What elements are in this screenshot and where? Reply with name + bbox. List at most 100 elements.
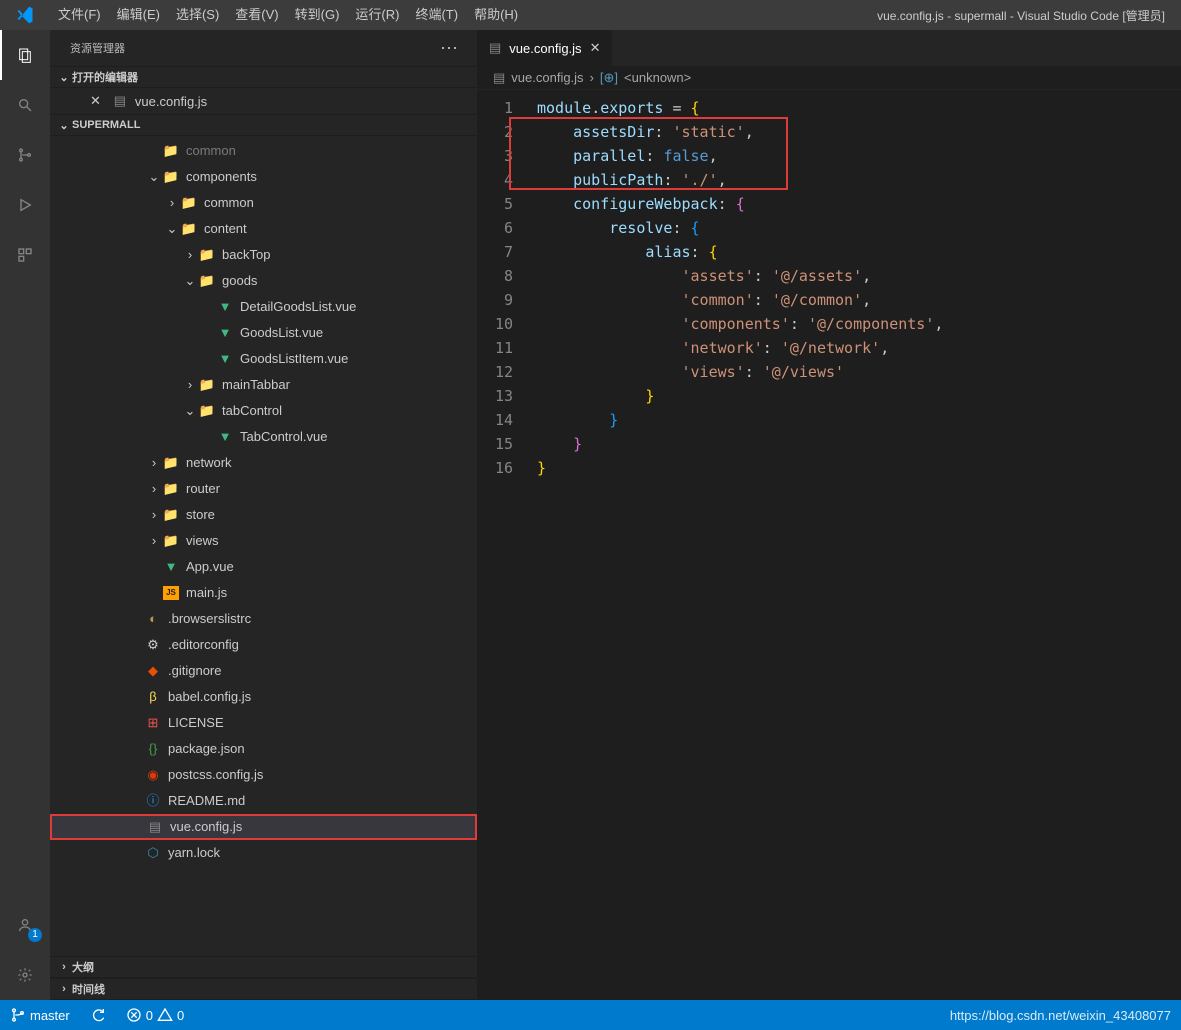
file-icon: {} [144,740,162,758]
menu-item[interactable]: 终端(T) [407,0,466,30]
tree-item[interactable]: ⌄📁content [50,216,477,242]
menu-item[interactable]: 转到(G) [287,0,348,30]
tree-item[interactable]: ›📁common [50,190,477,216]
tree-item[interactable]: ▼App.vue [50,554,477,580]
vscode-logo-icon [0,5,50,25]
menu-item[interactable]: 运行(R) [347,0,407,30]
tree-item[interactable]: ⌄📁tabControl [50,398,477,424]
tree-item[interactable]: 📁common [50,138,477,164]
code-line: } [537,456,1181,480]
open-editor-item[interactable]: ✕ ▤ vue.config.js [50,88,477,114]
menu-item[interactable]: 文件(F) [50,0,109,30]
outline-header[interactable]: › 大纲 [50,956,477,978]
error-icon [126,1007,142,1023]
file-icon: ▤ [111,92,129,110]
project-name: SUPERMALL [72,119,140,131]
breadcrumb[interactable]: ▤ vue.config.js › [⊕] <unknown> [477,66,1181,90]
timeline-label: 时间线 [72,981,105,997]
chevron-icon: › [146,502,162,528]
status-problems[interactable]: 0 0 [116,1007,194,1023]
branch-name: master [30,1008,70,1023]
tree-item[interactable]: ›📁backTop [50,242,477,268]
menu-item[interactable]: 查看(V) [227,0,286,30]
tree-item[interactable]: ›📁network [50,450,477,476]
chevron-right-icon: › [56,961,72,973]
tree-item[interactable]: ⊞LICENSE [50,710,477,736]
timeline-header[interactable]: › 时间线 [50,978,477,1000]
file-icon: 📁 [198,272,216,290]
code-line: configureWebpack: { [537,192,1181,216]
tree-item[interactable]: ▼GoodsList.vue [50,320,477,346]
tree-item[interactable]: ▼DetailGoodsList.vue [50,294,477,320]
menu-item[interactable]: 选择(S) [168,0,227,30]
tree-item[interactable]: β babel.config.js [50,684,477,710]
search-icon[interactable] [0,80,50,130]
accounts-badge: 1 [28,928,42,942]
tree-item[interactable]: ◉postcss.config.js [50,762,477,788]
tree-item-label: common [204,190,254,216]
close-icon[interactable]: ✕ [590,40,601,56]
explorer-label: 资源管理器 [70,40,125,56]
code-area[interactable]: 12345678910111213141516 module.exports =… [477,90,1181,1000]
tree-item-label: .gitignore [168,658,221,684]
tree-item[interactable]: ⌄📁goods [50,268,477,294]
project-header[interactable]: ⌄ SUPERMALL [50,114,477,136]
tree-item[interactable]: {}package.json [50,736,477,762]
tree-item-label: router [186,476,220,502]
tree-item-label: babel.config.js [168,684,251,710]
sync-icon [90,1007,106,1023]
tree-item[interactable]: ⌄📁components [50,164,477,190]
tree-item[interactable]: ▼TabControl.vue [50,424,477,450]
file-icon: ◉ [144,766,162,784]
code-line: } [537,432,1181,456]
code-line: 'components': '@/components', [537,312,1181,336]
menu-item[interactable]: 帮助(H) [466,0,526,30]
file-icon: β [144,688,162,706]
file-icon: 📁 [198,246,216,264]
menu-item[interactable]: 编辑(E) [109,0,168,30]
file-icon: 📁 [162,480,180,498]
status-branch[interactable]: master [0,1007,80,1023]
file-icon: ▤ [493,70,505,86]
tree-item[interactable]: ⚙.editorconfig [50,632,477,658]
tree-item[interactable]: ›📁router [50,476,477,502]
code-line: } [537,384,1181,408]
close-icon[interactable]: ✕ [90,93,101,109]
status-sync[interactable] [80,1007,116,1023]
open-editors-header[interactable]: ⌄ 打开的编辑器 [50,66,477,88]
tab-label: vue.config.js [509,41,581,56]
tab-vue-config[interactable]: ▤ vue.config.js ✕ [477,30,613,66]
tree-item-label: backTop [222,242,270,268]
tree-item[interactable]: ◆.gitignore [50,658,477,684]
tree-item[interactable]: ▤vue.config.js [50,814,477,840]
tree-item-label: goods [222,268,257,294]
file-icon: ⊞ [144,714,162,732]
more-actions-icon[interactable]: ⋯ [440,38,457,59]
chevron-icon: › [164,190,180,216]
titlebar: 文件(F)编辑(E)选择(S)查看(V)转到(G)运行(R)终端(T)帮助(H)… [0,0,1181,30]
tree-item[interactable]: ›📁mainTabbar [50,372,477,398]
file-icon: 📁 [162,168,180,186]
breadcrumb-symbol: <unknown> [624,70,691,85]
code-line: 'common': '@/common', [537,288,1181,312]
extensions-icon[interactable] [0,230,50,280]
tree-item[interactable]: ⬡yarn.lock [50,840,477,866]
tree-item-label: tabControl [222,398,282,424]
explorer-icon[interactable] [0,30,50,80]
tree-item[interactable]: ▼GoodsListItem.vue [50,346,477,372]
tree-item-label: DetailGoodsList.vue [240,294,356,320]
window-title: vue.config.js - supermall - Visual Studi… [526,7,1181,24]
tree-item-label: network [186,450,232,476]
tree-item[interactable]: ⓘREADME.md [50,788,477,814]
settings-gear-icon[interactable] [0,950,50,1000]
tree-item[interactable]: ›📁views [50,528,477,554]
tree-item[interactable]: ›📁store [50,502,477,528]
accounts-icon[interactable]: 1 [0,900,50,950]
file-icon: 📁 [198,402,216,420]
tree-item[interactable]: ◐.browserslistrc [50,606,477,632]
file-icon: 📁 [198,376,216,394]
source-control-icon[interactable] [0,130,50,180]
tree-item[interactable]: JSmain.js [50,580,477,606]
run-debug-icon[interactable] [0,180,50,230]
code-line: resolve: { [537,216,1181,240]
